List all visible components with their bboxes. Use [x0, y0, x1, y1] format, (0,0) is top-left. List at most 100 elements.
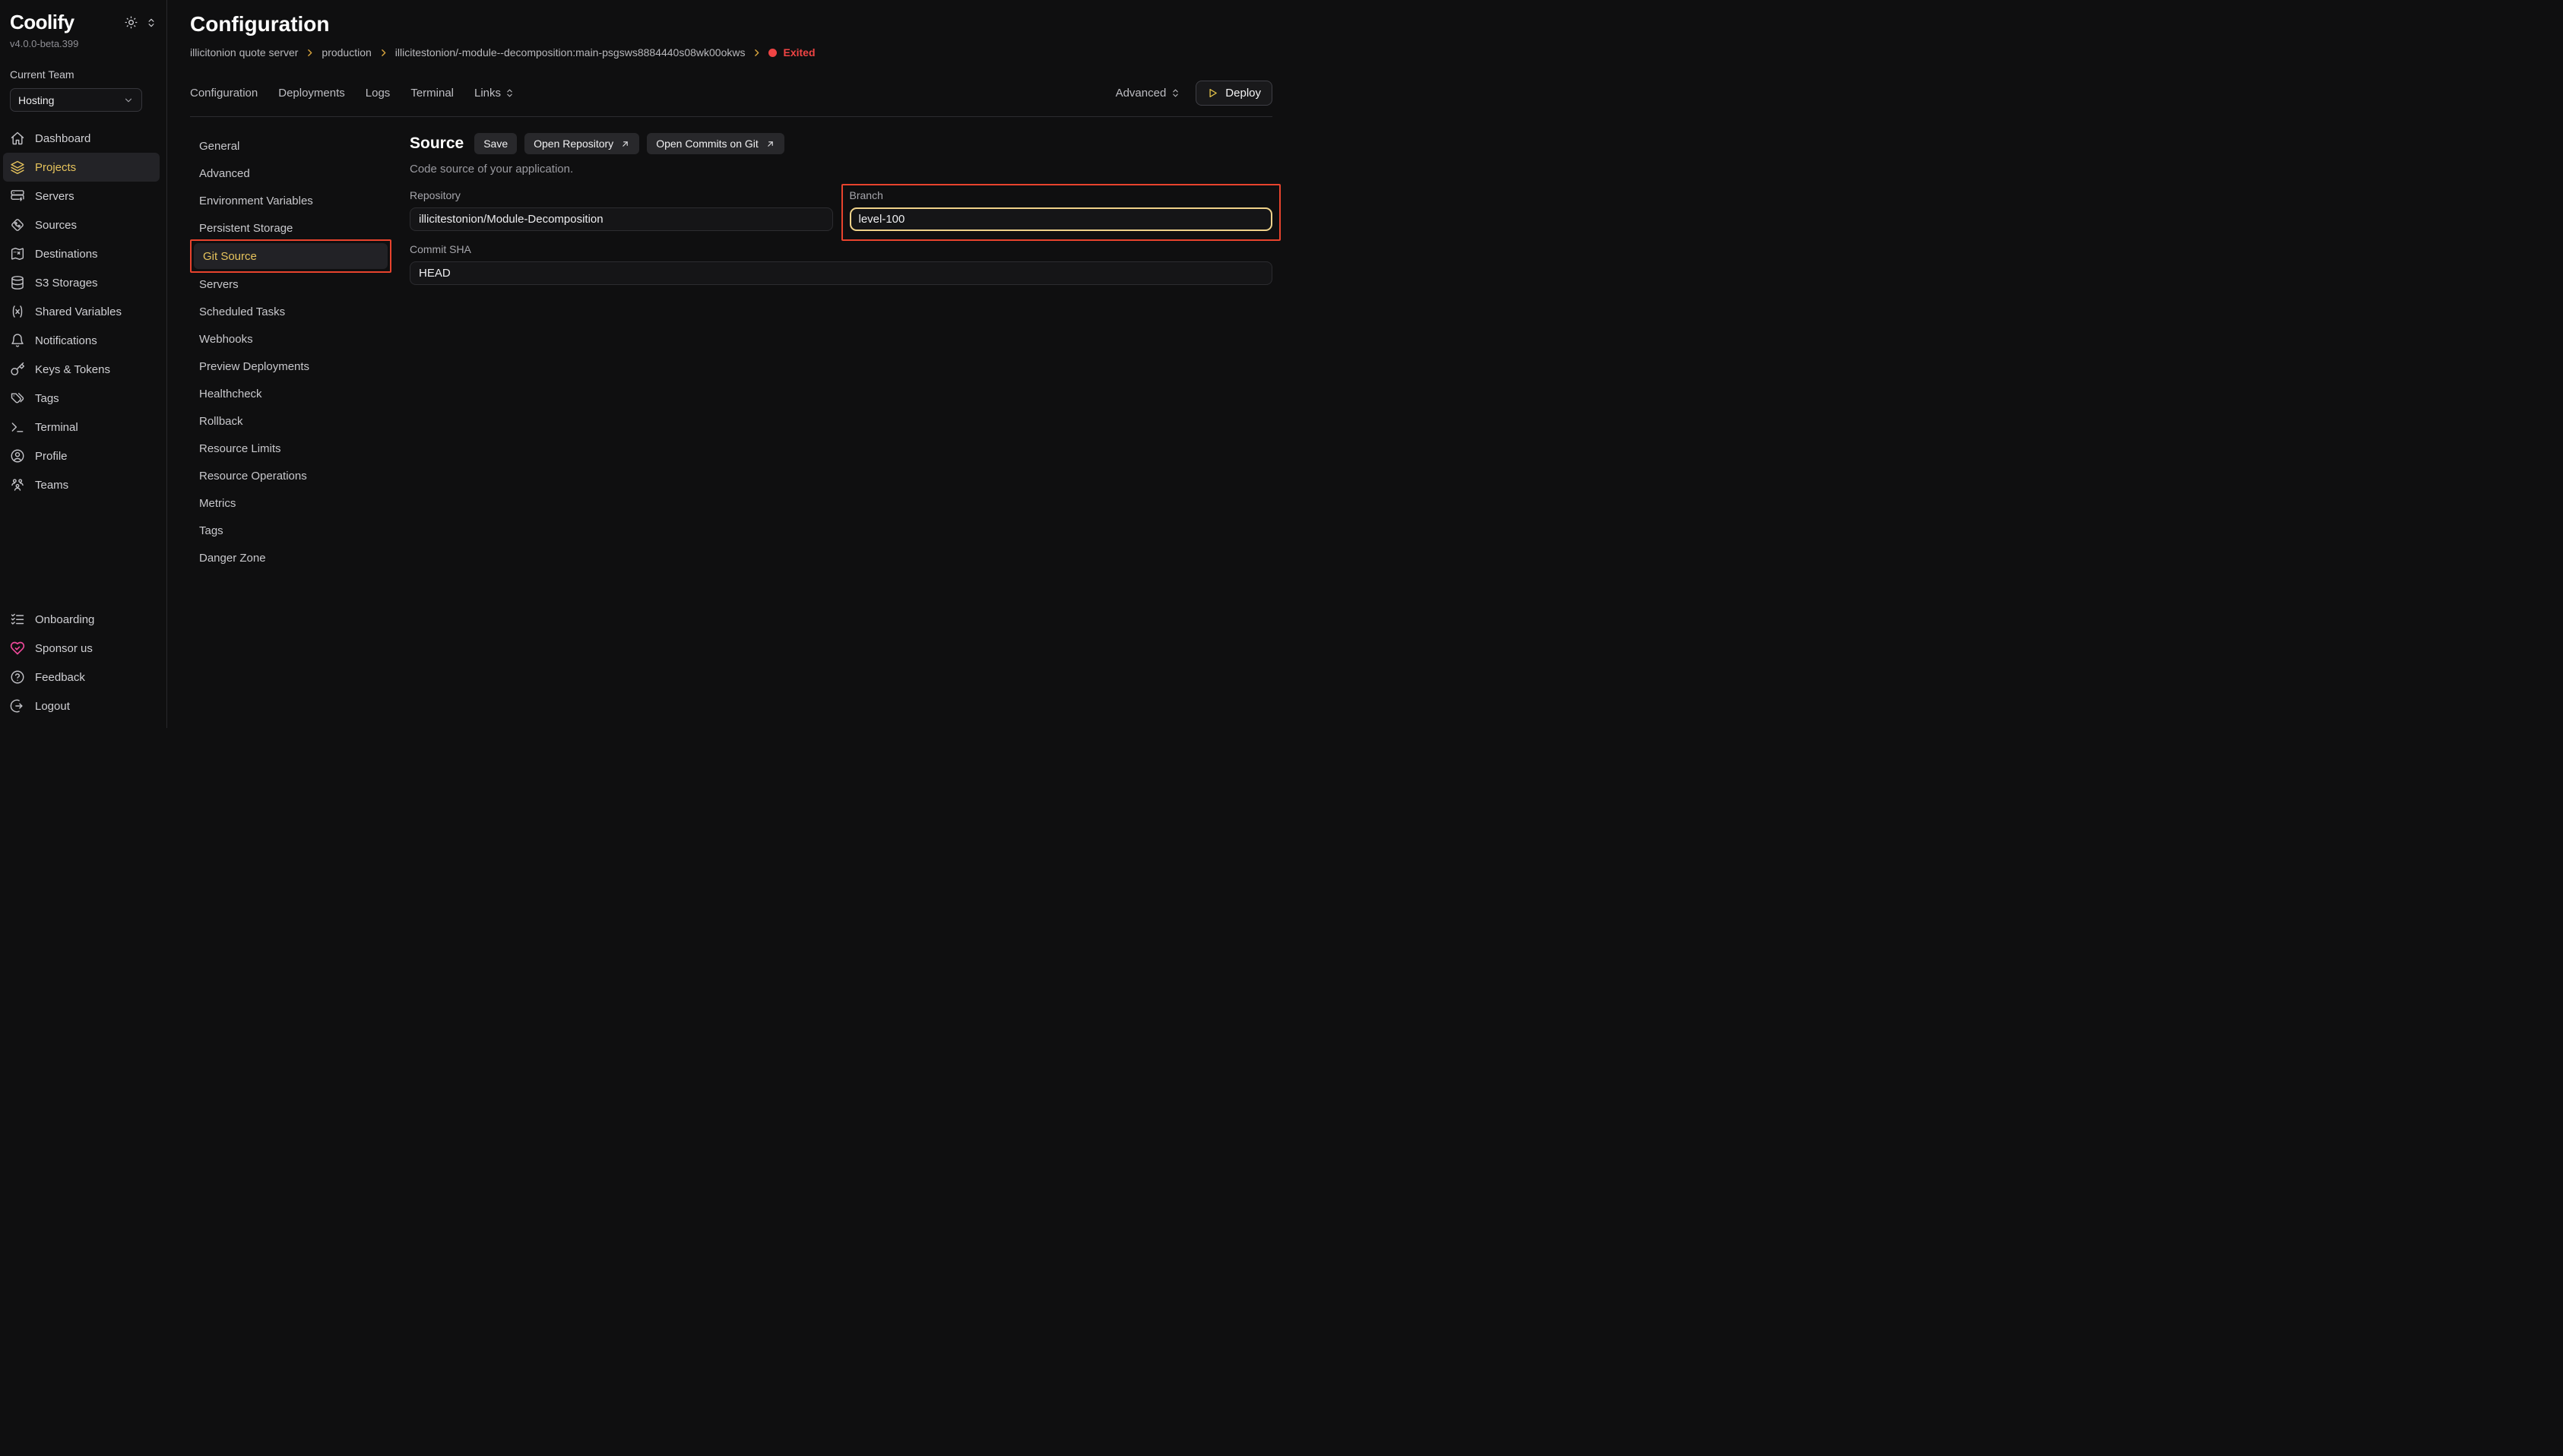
tab-deployments[interactable]: Deployments — [278, 87, 345, 100]
subnav-tags[interactable]: Tags — [190, 518, 391, 543]
variable-icon — [10, 304, 25, 319]
subnav-servers[interactable]: Servers — [190, 271, 391, 297]
chevrons-up-down-icon — [1171, 88, 1180, 98]
tags-icon — [10, 391, 25, 406]
sidebar-footer-nav: Onboarding Sponsor us Feedback Logout — [0, 605, 166, 720]
subnav-preview-deployments[interactable]: Preview Deployments — [190, 353, 391, 379]
chevrons-up-down-icon — [505, 88, 515, 98]
status-dot-icon — [768, 49, 777, 57]
git-source-annotation-box: Git Source — [190, 239, 391, 273]
breadcrumb-application[interactable]: illicitestonion/-module--decomposition:m… — [395, 46, 746, 59]
chevron-right-icon — [752, 48, 762, 58]
sidebar-item-tags[interactable]: Tags — [3, 384, 160, 413]
open-repository-button[interactable]: Open Repository — [524, 133, 639, 154]
config-subnav: General Advanced Environment Variables P… — [190, 133, 391, 572]
app-root: Coolify v4.0.0-beta.399 Current Team Hos… — [0, 0, 1282, 728]
theme-sun-icon[interactable] — [124, 15, 138, 30]
tab-logs[interactable]: Logs — [366, 87, 391, 100]
source-heading: Source — [410, 135, 464, 153]
git-source-icon — [10, 217, 25, 233]
tabs-row: Configuration Deployments Logs Terminal … — [190, 81, 1272, 106]
source-header-row: Source Save Open Repository Open Commits… — [410, 133, 1272, 154]
sidebar-item-teams[interactable]: Teams — [3, 470, 160, 499]
subnav-healthcheck[interactable]: Healthcheck — [190, 381, 391, 407]
team-select[interactable]: Hosting — [10, 88, 142, 112]
subnav-webhooks[interactable]: Webhooks — [190, 326, 391, 352]
external-link-icon — [765, 139, 775, 149]
sidebar-item-onboarding[interactable]: Onboarding — [3, 605, 160, 634]
play-icon — [1207, 87, 1218, 99]
repo-branch-grid: Repository Branch — [410, 189, 1272, 231]
sidebar-item-dashboard[interactable]: Dashboard — [3, 124, 160, 153]
repository-field: Repository — [410, 189, 833, 231]
subnav-danger-zone[interactable]: Danger Zone — [190, 545, 391, 571]
open-commits-button[interactable]: Open Commits on Git — [647, 133, 784, 154]
commit-sha-field: Commit SHA — [410, 243, 1272, 285]
sidebar-item-sources[interactable]: Sources — [3, 210, 160, 239]
sidebar-item-destinations[interactable]: Destinations — [3, 239, 160, 268]
sidebar-item-sponsor-us[interactable]: Sponsor us — [3, 634, 160, 663]
subnav-git-source[interactable]: Git Source — [194, 243, 388, 269]
key-icon — [10, 362, 25, 377]
tab-configuration[interactable]: Configuration — [190, 87, 258, 100]
terminal-icon — [10, 419, 25, 435]
subnav-general[interactable]: General — [190, 133, 391, 159]
logout-icon — [10, 698, 25, 714]
sidebar-item-logout[interactable]: Logout — [3, 692, 160, 720]
deploy-button[interactable]: Deploy — [1196, 81, 1272, 106]
source-description: Code source of your application. — [410, 163, 1272, 176]
sidebar-item-shared-variables[interactable]: Shared Variables — [3, 297, 160, 326]
subnav-metrics[interactable]: Metrics — [190, 490, 391, 516]
status-badge: Exited — [768, 46, 815, 59]
theme-chevrons-up-down-icon[interactable] — [146, 17, 157, 28]
subnav-persistent-storage[interactable]: Persistent Storage — [190, 215, 391, 241]
sidebar-item-keys-tokens[interactable]: Keys & Tokens — [3, 355, 160, 384]
breadcrumb-environment[interactable]: production — [322, 46, 371, 59]
users-icon — [10, 477, 25, 492]
branch-input[interactable] — [850, 207, 1273, 231]
branch-field-wrapper: Branch — [850, 189, 1273, 231]
breadcrumb-project[interactable]: illicitonion quote server — [190, 46, 298, 59]
subnav-rollback[interactable]: Rollback — [190, 408, 391, 434]
branch-annotation-box: Branch — [841, 184, 1282, 241]
team-select-value: Hosting — [18, 94, 54, 106]
sidebar-spacer — [0, 499, 166, 593]
subnav-scheduled-tasks[interactable]: Scheduled Tasks — [190, 299, 391, 324]
sidebar-item-feedback[interactable]: Feedback — [3, 663, 160, 692]
page-title: Configuration — [190, 12, 1272, 36]
subnav-advanced[interactable]: Advanced — [190, 160, 391, 186]
user-icon — [10, 448, 25, 464]
checklist-icon — [10, 612, 25, 627]
subnav-resource-operations[interactable]: Resource Operations — [190, 463, 391, 489]
status-label: Exited — [783, 46, 815, 59]
home-icon — [10, 131, 25, 146]
sidebar-item-profile[interactable]: Profile — [3, 442, 160, 470]
current-team-label: Current Team — [10, 68, 157, 81]
repository-label: Repository — [410, 189, 833, 201]
sidebar-item-notifications[interactable]: Notifications — [3, 326, 160, 355]
commit-sha-label: Commit SHA — [410, 243, 1272, 255]
subnav-resource-limits[interactable]: Resource Limits — [190, 435, 391, 461]
main-content: Configuration illicitonion quote server … — [167, 0, 1282, 728]
subnav-environment-variables[interactable]: Environment Variables — [190, 188, 391, 214]
sidebar-item-s3-storages[interactable]: S3 Storages — [3, 268, 160, 297]
sidebar-nav: Dashboard Projects Servers Sources Desti… — [0, 124, 166, 499]
sidebar-item-servers[interactable]: Servers — [3, 182, 160, 210]
server-icon — [10, 188, 25, 204]
chevron-down-icon — [123, 95, 134, 106]
configuration-content: General Advanced Environment Variables P… — [190, 133, 1272, 572]
app-version: v4.0.0-beta.399 — [10, 38, 157, 49]
app-logo[interactable]: Coolify — [10, 11, 74, 34]
sidebar-header: Coolify v4.0.0-beta.399 Current Team Hos… — [0, 11, 166, 112]
commit-sha-input[interactable] — [410, 261, 1272, 285]
advanced-dropdown[interactable]: Advanced — [1116, 87, 1181, 100]
repository-input[interactable] — [410, 207, 833, 231]
help-icon — [10, 669, 25, 685]
tab-terminal[interactable]: Terminal — [410, 87, 454, 100]
tab-links[interactable]: Links — [474, 87, 515, 100]
sidebar-item-projects[interactable]: Projects — [3, 153, 160, 182]
save-button[interactable]: Save — [474, 133, 517, 154]
sidebar-item-terminal[interactable]: Terminal — [3, 413, 160, 442]
layers-icon — [10, 160, 25, 175]
tabs-right-controls: Advanced Deploy — [1116, 81, 1272, 106]
